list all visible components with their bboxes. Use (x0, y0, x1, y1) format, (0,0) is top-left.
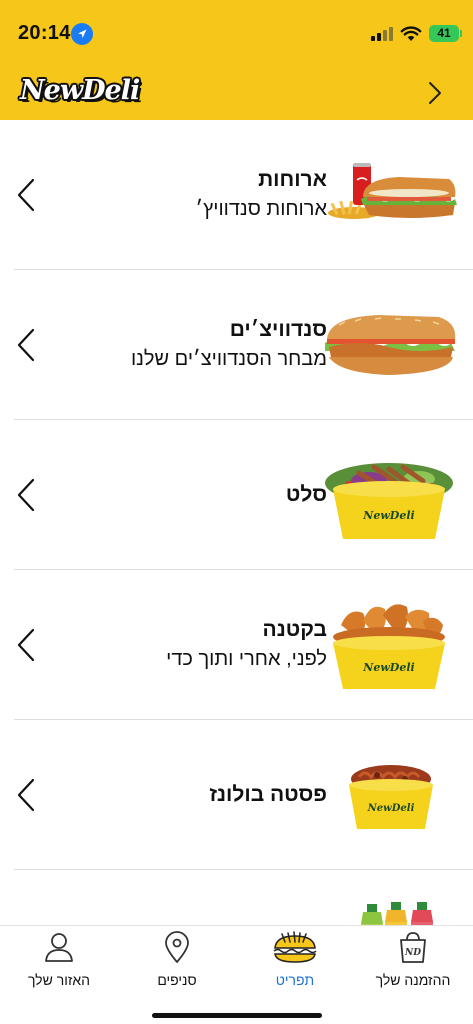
menu-item-pasta-bolognese[interactable]: פסטה בולונז NewDeli (0, 720, 473, 870)
svg-text:ND: ND (404, 948, 421, 958)
person-icon (45, 933, 73, 962)
menu-item-title: ארוחות (258, 168, 327, 191)
tab-label: תפריט (275, 972, 315, 988)
menu-item-sandwiches[interactable]: סנדוויצ׳ים מבחר הסנדוויצ׳ים שלנו (0, 270, 473, 420)
battery-indicator: 41 (429, 25, 462, 42)
status-time: 20:14 (18, 22, 71, 44)
shopping-bag-icon: ND (400, 932, 426, 963)
drinks-bottles-image (361, 902, 433, 925)
cellular-signal-icon (371, 26, 393, 41)
tab-your-order[interactable]: ND ההזמנה שלך (354, 930, 472, 1000)
tab-label: האזור שלך (27, 972, 91, 988)
bottom-tab-bar: האזור שלך סניפים תפריט ND ההזמנה שלך (0, 925, 473, 1024)
menu-category-list[interactable]: ארוחות ארוחות סנדוויץ׳ סנדוויצ׳ים מבחר ה… (0, 120, 473, 925)
svg-text:NewDeli: NewDeli (362, 661, 414, 674)
menu-item-subtitle: ארוחות סנדוויץ׳ (195, 198, 327, 220)
tab-your-area[interactable]: האזור שלך (0, 930, 118, 1000)
sandwich-image (325, 315, 456, 375)
sandwich-menu-icon (273, 931, 317, 963)
wifi-icon (400, 25, 422, 41)
menu-item-title: סנדוויצ׳ים (229, 318, 327, 341)
pasta-bolognese-bowl-image: NewDeli (349, 765, 433, 829)
chevron-left-icon (17, 628, 35, 662)
status-indicators: 41 (371, 25, 462, 42)
menu-item-drinks[interactable] (0, 870, 473, 925)
tab-label: סניפים (157, 972, 197, 988)
menu-item-meals[interactable]: ארוחות ארוחות סנדוויץ׳ (0, 120, 473, 270)
menu-item-salad[interactable]: סלט NewDeli (0, 420, 473, 570)
svg-text:NewDeli: NewDeli (367, 803, 415, 814)
chevron-right-icon[interactable] (421, 80, 447, 106)
salad-bowl-image: NewDeli (325, 463, 453, 539)
status-bar: 20:14 41 (0, 0, 473, 66)
menu-item-snacks[interactable]: בקטנה לפני, אחרי ותוך כדי NewDeli (0, 570, 473, 720)
tab-branches[interactable]: סניפים (118, 930, 236, 1000)
chevron-left-icon (17, 778, 35, 812)
chevron-left-icon (17, 478, 35, 512)
app-header: NewDeli (0, 66, 473, 120)
meal-sandwich-drink-fries-image (328, 163, 457, 219)
newdeli-logo: NewDeli (20, 75, 140, 106)
svg-text:NewDeli: NewDeli (362, 509, 414, 522)
chevron-left-icon (17, 178, 35, 212)
menu-item-title: בקטנה (262, 618, 327, 641)
chevron-left-icon (17, 328, 35, 362)
tab-menu[interactable]: תפריט (236, 930, 354, 1000)
menu-item-subtitle: לפני, אחרי ותוך כדי (166, 648, 327, 670)
tab-label: ההזמנה שלך (375, 972, 451, 988)
chicken-wings-bowl-image: NewDeli (333, 604, 445, 689)
home-indicator (152, 1013, 322, 1018)
map-pin-icon (165, 931, 189, 963)
location-arrow-icon (71, 23, 93, 45)
menu-item-title: פסטה בולונז (209, 783, 327, 806)
menu-item-subtitle: מבחר הסנדוויצ׳ים שלנו (130, 348, 327, 370)
